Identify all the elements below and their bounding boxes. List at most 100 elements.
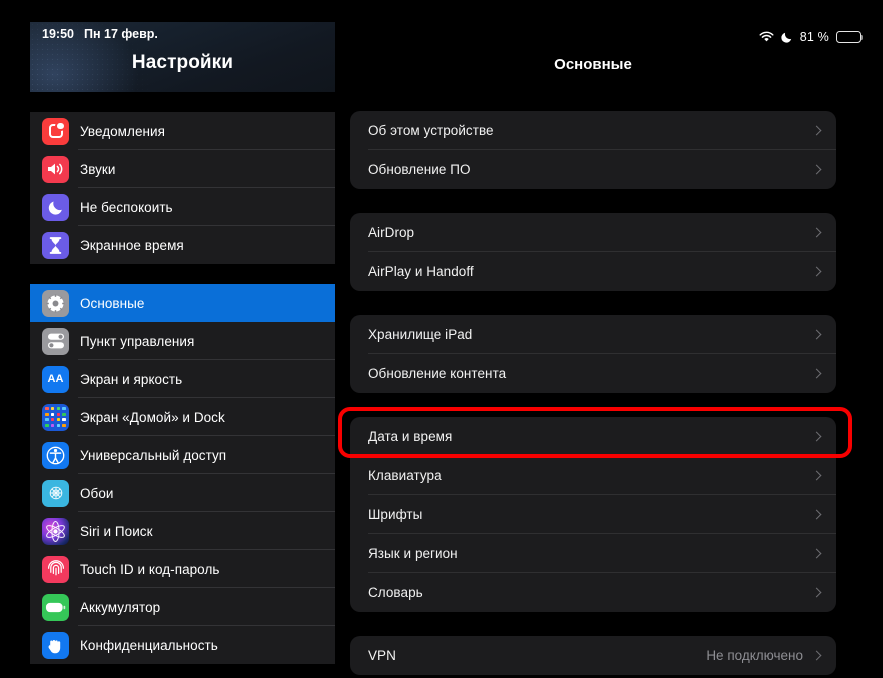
settings-row-accessory: [811, 164, 824, 175]
settings-card: Об этом устройстве Обновление ПО: [350, 111, 836, 189]
chevron-right-icon: [811, 431, 822, 442]
settings-row-accessory: [811, 368, 824, 379]
settings-row-accessory: [811, 431, 824, 442]
sidebar-item-9[interactable]: Аккумулятор: [30, 588, 335, 626]
chevron-right-icon: [811, 470, 822, 481]
privacy-icon: [42, 631, 69, 659]
settings-row[interactable]: Словарь: [350, 573, 836, 612]
sidebar-item-label: Обои: [80, 485, 114, 501]
settings-row[interactable]: Дата и время: [350, 417, 836, 456]
settings-row-accessory: [811, 509, 824, 520]
sidebar-item-label: Звуки: [80, 161, 116, 177]
chevron-right-icon: [811, 509, 822, 520]
sidebar-groups: Уведомления Звуки Не беспокоить Экранное вр…: [30, 112, 335, 664]
sidebar-item-10[interactable]: Конфиденциальность: [30, 626, 335, 664]
date-label: Пн 17 февр.: [83, 27, 158, 41]
settings-row[interactable]: Обновление контента: [350, 354, 836, 393]
settings-row-accessory: Не подключено: [706, 648, 824, 663]
settings-row-label: Шрифты: [368, 507, 423, 522]
sidebar-group: Основные Пункт управления AA Экран и яркост…: [30, 284, 335, 664]
wallpaper-icon: [42, 479, 69, 507]
settings-sidebar: 19:50 Пн 17 февр. Настройки Уведомления З…: [30, 22, 335, 667]
settings-row[interactable]: Об этом устройстве: [350, 111, 836, 150]
settings-row-label: AirDrop: [368, 225, 415, 240]
sidebar-item-label: Уведомления: [80, 123, 165, 139]
settings-row[interactable]: AirDrop: [350, 213, 836, 252]
settings-row[interactable]: Язык и регион: [350, 534, 836, 573]
settings-row-accessory: [811, 125, 824, 136]
do-not-disturb-icon: [42, 193, 69, 221]
settings-card: AirDrop AirPlay и Handoff: [350, 213, 836, 291]
sidebar-group: Уведомления Звуки Не беспокоить Экранное вр…: [30, 112, 335, 264]
settings-row-label: Обновление контента: [368, 366, 507, 381]
sidebar-item-8[interactable]: Touch ID и код-пароль: [30, 550, 335, 588]
gear-icon: [42, 289, 69, 317]
sidebar-item-3[interactable]: AA Экран и яркость: [30, 360, 335, 398]
sidebar-item-7[interactable]: Siri и Поиск: [30, 512, 335, 550]
chevron-right-icon: [811, 548, 822, 559]
touch-id-icon: [42, 555, 69, 583]
sidebar-item-label: Экран «Домой» и Dock: [80, 409, 225, 425]
home-screen-icon: [42, 403, 69, 431]
sidebar-item-1[interactable]: Основные: [30, 284, 335, 322]
sidebar-header: 19:50 Пн 17 февр. Настройки: [30, 22, 335, 92]
settings-row-label: Обновление ПО: [368, 162, 471, 177]
battery-icon: [836, 31, 864, 43]
sidebar-item-label: Touch ID и код-пароль: [80, 561, 220, 577]
sidebar-item-label: Конфиденциальность: [80, 637, 218, 653]
settings-row-accessory: [811, 329, 824, 340]
display-brightness-icon: AA: [42, 365, 69, 393]
settings-row-label: Об этом устройстве: [368, 123, 494, 138]
chevron-right-icon: [811, 227, 822, 238]
chevron-right-icon: [811, 587, 822, 598]
settings-row-label: Словарь: [368, 585, 423, 600]
settings-row-accessory: [811, 266, 824, 277]
settings-card: Хранилище iPad Обновление контента: [350, 315, 836, 393]
settings-row-label: Дата и время: [368, 429, 453, 444]
sidebar-item-label: Экран и яркость: [80, 371, 183, 387]
chevron-right-icon: [811, 368, 822, 379]
chevron-right-icon: [811, 266, 822, 277]
chevron-right-icon: [811, 164, 822, 175]
detail-title: Основные: [554, 56, 632, 73]
sidebar-group-gap: [30, 264, 335, 284]
clock-label: 19:50: [42, 27, 74, 41]
settings-row-label: VPN: [368, 648, 396, 663]
settings-row[interactable]: AirPlay и Handoff: [350, 252, 836, 291]
general-detail-pane: Основные Об этом устройстве Обновление ПО…: [350, 22, 836, 678]
sidebar-item-5[interactable]: Универсальный доступ: [30, 436, 335, 474]
control-center-icon: [42, 327, 69, 355]
chevron-right-icon: [811, 329, 822, 340]
settings-row-label: AirPlay и Handoff: [368, 264, 474, 279]
sidebar-item-4[interactable]: Экранное время: [30, 226, 335, 264]
settings-row[interactable]: VPN Не подключено: [350, 636, 836, 675]
settings-row-value: Не подключено: [706, 648, 803, 663]
settings-row[interactable]: Клавиатура: [350, 456, 836, 495]
page-title: Настройки: [131, 52, 234, 73]
sidebar-item-4[interactable]: Экран «Домой» и Dock: [30, 398, 335, 436]
settings-card: Дата и время Клавиатура Шрифты Язык и регио…: [350, 417, 836, 612]
accessibility-icon: [42, 441, 69, 469]
sidebar-item-label: Siri и Поиск: [80, 523, 153, 539]
sidebar-item-label: Не беспокоить: [80, 199, 173, 215]
battery-icon: [42, 593, 69, 621]
detail-groups: Об этом устройстве Обновление ПО AirDrop Ai…: [350, 111, 836, 675]
sidebar-spacer: [30, 92, 335, 112]
settings-card: VPN Не подключено: [350, 636, 836, 675]
settings-row[interactable]: Обновление ПО: [350, 150, 836, 189]
siri-icon: [42, 517, 69, 545]
settings-row-label: Язык и регион: [368, 546, 458, 561]
sidebar-item-label: Пункт управления: [80, 333, 195, 349]
settings-row-accessory: [811, 548, 824, 559]
sidebar-item-3[interactable]: Не беспокоить: [30, 188, 335, 226]
sidebar-item-2[interactable]: Звуки: [30, 150, 335, 188]
status-bar-left: 19:50 Пн 17 февр.: [42, 27, 158, 41]
settings-row-accessory: [811, 470, 824, 481]
sidebar-item-6[interactable]: Обои: [30, 474, 335, 512]
sidebar-item-1[interactable]: Уведомления: [30, 112, 335, 150]
sidebar-item-2[interactable]: Пункт управления: [30, 322, 335, 360]
settings-row[interactable]: Хранилище iPad: [350, 315, 836, 354]
settings-row-accessory: [811, 587, 824, 598]
settings-row[interactable]: Шрифты: [350, 495, 836, 534]
settings-row-label: Клавиатура: [368, 468, 442, 483]
